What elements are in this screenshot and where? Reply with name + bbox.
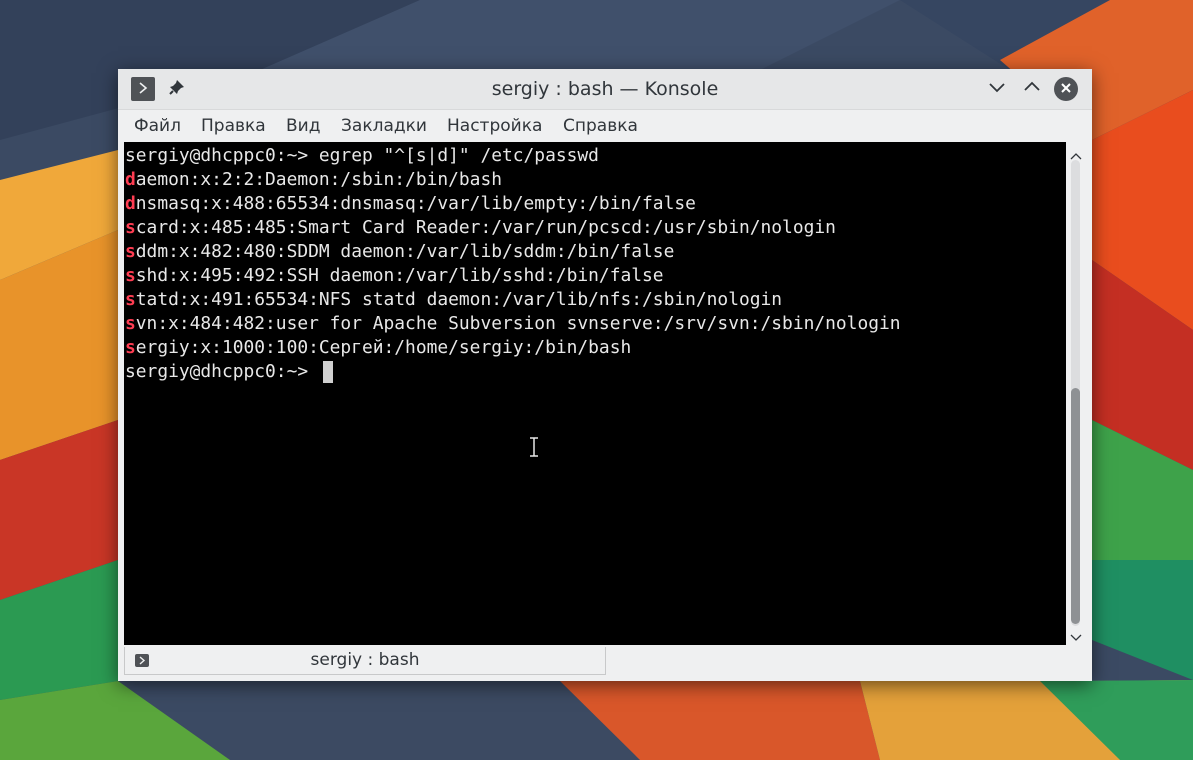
- tab-session[interactable]: sergiy : bash: [124, 647, 606, 675]
- menu-edit[interactable]: Правка: [201, 116, 266, 136]
- match-char: s: [125, 217, 136, 238]
- line-text: ddm:x:482:480:SDDM daemon:/var/lib/sddm:…: [135, 241, 675, 262]
- menu-bar: Файл Правка Вид Закладки Настройка Справ…: [118, 111, 1092, 141]
- terminal-line: svn:x:484:482:user for Apache Subversion…: [125, 312, 901, 336]
- chevron-up-icon: [1023, 78, 1041, 100]
- close-icon: [1059, 80, 1073, 99]
- menu-file[interactable]: Файл: [134, 116, 181, 136]
- terminal-line: sddm:x:482:480:SDDM daemon:/var/lib/sddm…: [125, 240, 674, 264]
- terminal-line: sergiy@dhcppc0:~> egrep "^[s|d]" /etc/pa…: [125, 144, 599, 168]
- window-title: sergiy : bash — Konsole: [491, 78, 719, 100]
- menu-bookmarks[interactable]: Закладки: [341, 116, 427, 136]
- maximize-button[interactable]: [1020, 77, 1044, 101]
- line-text: sergiy@dhcppc0:~> egrep "^[s|d]" /etc/pa…: [125, 145, 599, 166]
- line-text: sergiy@dhcppc0:~>: [125, 361, 319, 382]
- terminal-line: daemon:x:2:2:Daemon:/sbin:/bin/bash: [125, 168, 502, 192]
- chevron-down-icon: [988, 78, 1006, 100]
- line-text: tatd:x:491:65534:NFS statd daemon:/var/l…: [135, 289, 783, 310]
- terminal-line: sshd:x:495:492:SSH daemon:/var/lib/sshd:…: [125, 264, 664, 288]
- terminal-line: dnsmasq:x:488:65534:dnsmasq:/var/lib/emp…: [125, 192, 696, 216]
- konsole-window: sergiy : bash — Konsole Файл Правка Вид …: [118, 69, 1092, 681]
- menu-view[interactable]: Вид: [286, 116, 320, 136]
- match-char: d: [125, 193, 136, 214]
- minimize-button[interactable]: [985, 77, 1009, 101]
- match-char: s: [125, 265, 136, 286]
- text-cursor: [323, 361, 333, 383]
- match-char: s: [125, 337, 136, 358]
- match-char: d: [125, 169, 136, 190]
- menu-settings[interactable]: Настройка: [447, 116, 542, 136]
- vertical-scrollbar[interactable]: [1066, 142, 1086, 645]
- prompt-line: sergiy@dhcppc0:~>: [125, 360, 319, 384]
- tab-label: sergiy : bash: [310, 650, 420, 670]
- line-text: card:x:485:485:Smart Card Reader:/var/ru…: [135, 217, 836, 238]
- title-bar[interactable]: sergiy : bash — Konsole: [118, 69, 1092, 110]
- line-text: vn:x:484:482:user for Apache Subversion …: [135, 313, 901, 334]
- terminal-line: statd:x:491:65534:NFS statd daemon:/var/…: [125, 288, 782, 312]
- text-ibeam-icon: [529, 436, 539, 458]
- scroll-thumb[interactable]: [1071, 388, 1080, 624]
- match-char: s: [125, 289, 136, 310]
- terminal-line: sergiy:x:1000:100:Сергей:/home/sergiy:/b…: [125, 336, 631, 360]
- close-button[interactable]: [1054, 77, 1078, 101]
- line-text: ergiy:x:1000:100:Сергей:/home/sergiy:/bi…: [135, 337, 632, 358]
- terminal-line: scard:x:485:485:Smart Card Reader:/var/r…: [125, 216, 836, 240]
- line-text: nsmasq:x:488:65534:dnsmasq:/var/lib/empt…: [135, 193, 696, 214]
- match-char: s: [125, 241, 136, 262]
- scroll-down-icon[interactable]: [1070, 628, 1082, 647]
- terminal-area[interactable]: sergiy@dhcppc0:~> egrep "^[s|d]" /etc/pa…: [124, 142, 1066, 645]
- menu-help[interactable]: Справка: [563, 116, 638, 136]
- match-char: s: [125, 313, 136, 334]
- tab-bar: sergiy : bash: [124, 647, 1086, 675]
- line-text: shd:x:495:492:SSH daemon:/var/lib/sshd:/…: [135, 265, 664, 286]
- line-text: aemon:x:2:2:Daemon:/sbin:/bin/bash: [135, 169, 502, 190]
